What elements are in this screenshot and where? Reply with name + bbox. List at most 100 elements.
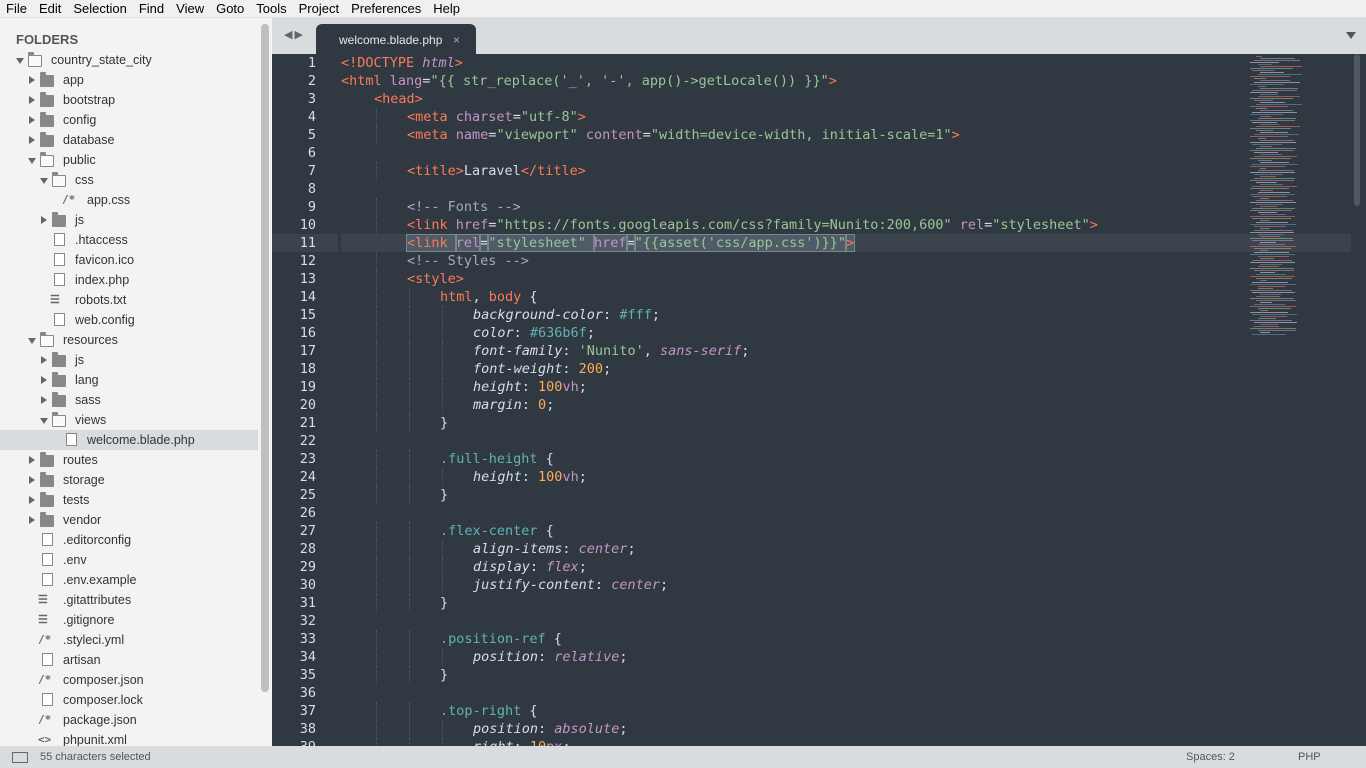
tree-file[interactable]: ☰ .gitattributes (0, 590, 258, 610)
code-line[interactable]: .position-ref { (341, 630, 562, 648)
tree-folder[interactable]: routes (0, 450, 258, 470)
syntax-status[interactable]: PHP (1298, 751, 1321, 763)
code-line[interactable]: position: absolute; (341, 720, 627, 738)
code-line[interactable]: .top-right { (341, 702, 538, 720)
chevron-right-icon[interactable] (29, 516, 35, 524)
tree-folder[interactable]: resources (0, 330, 258, 350)
menu-item-view[interactable]: View (170, 0, 210, 18)
tree-folder[interactable]: js (0, 350, 258, 370)
chevron-right-icon[interactable] (29, 456, 35, 464)
chevron-right-icon[interactable] (41, 216, 47, 224)
indentation-status[interactable]: Spaces: 2 (1186, 751, 1235, 763)
tree-file[interactable]: /* composer.json (0, 670, 258, 690)
menu-item-find[interactable]: Find (133, 0, 170, 18)
code-line[interactable]: <!-- Fonts --> (341, 198, 521, 216)
code-line[interactable]: align-items: center; (341, 540, 636, 558)
code-line[interactable]: height: 100vh; (341, 468, 587, 486)
tree-file[interactable]: .editorconfig (0, 530, 258, 550)
tree-file[interactable]: <> phpunit.xml (0, 730, 258, 746)
tree-file[interactable]: web.config (0, 310, 258, 330)
tab-list-dropdown-icon[interactable] (1346, 32, 1356, 39)
menu-item-selection[interactable]: Selection (67, 0, 132, 18)
code-line[interactable]: <!DOCTYPE html> (341, 54, 463, 72)
tree-file[interactable]: composer.lock (0, 690, 258, 710)
code-line[interactable]: justify-content: center; (341, 576, 668, 594)
menu-item-preferences[interactable]: Preferences (345, 0, 427, 18)
code-line[interactable]: } (341, 666, 448, 684)
sidebar-scrollbar[interactable] (261, 24, 269, 692)
chevron-right-icon[interactable] (29, 476, 35, 484)
code-editor[interactable]: 1 <!DOCTYPE html> 2 <html lang="{{ str_repl… (272, 54, 1366, 746)
tree-folder[interactable]: sass (0, 390, 258, 410)
code-line[interactable]: display: flex; (341, 558, 587, 576)
tree-file[interactable]: /* package.json (0, 710, 258, 730)
chevron-down-icon[interactable] (40, 417, 48, 424)
tree-folder[interactable]: config (0, 110, 258, 130)
code-line[interactable]: right: 10px; (341, 738, 571, 746)
code-line[interactable]: <head> (341, 90, 423, 108)
code-line[interactable]: .full-height { (341, 450, 554, 468)
minimap[interactable] (1242, 54, 1354, 344)
tree-folder[interactable]: storage (0, 470, 258, 490)
menu-item-help[interactable]: Help (427, 0, 466, 18)
tree-file[interactable]: ☰ robots.txt (0, 290, 258, 310)
code-line[interactable]: <link href="https://fonts.googleapis.com… (341, 216, 1098, 234)
code-line[interactable]: } (341, 594, 448, 612)
code-line[interactable]: font-family: 'Nunito', sans-serif; (341, 342, 749, 360)
tree-file[interactable]: .htaccess (0, 230, 258, 250)
editor-scrollbar[interactable] (1354, 54, 1360, 206)
menu-item-file[interactable]: File (0, 0, 33, 18)
code-line[interactable]: <title>Laravel</title> (341, 162, 586, 180)
tree-file[interactable]: .env (0, 550, 258, 570)
tree-folder[interactable]: css (0, 170, 258, 190)
tree-file[interactable]: artisan (0, 650, 258, 670)
tree-folder[interactable]: bootstrap (0, 90, 258, 110)
tree-file[interactable]: /* .styleci.yml (0, 630, 258, 650)
tree-file[interactable]: /* app.css (0, 190, 258, 210)
close-icon[interactable]: × (453, 33, 460, 47)
tree-file[interactable]: ☰ .gitignore (0, 610, 258, 630)
chevron-down-icon[interactable] (16, 57, 24, 64)
code-line[interactable]: } (341, 486, 448, 504)
tree-folder[interactable]: tests (0, 490, 258, 510)
menu-item-goto[interactable]: Goto (210, 0, 250, 18)
tree-folder[interactable]: app (0, 70, 258, 90)
chevron-right-icon[interactable] (29, 136, 35, 144)
code-line[interactable]: <link rel="stylesheet" href="{{asset('cs… (341, 234, 1351, 252)
chevron-right-icon[interactable] (29, 496, 35, 504)
code-line[interactable]: <meta name="viewport" content="width=dev… (341, 126, 960, 144)
tree-folder[interactable]: database (0, 130, 258, 150)
chevron-right-icon[interactable] (29, 96, 35, 104)
chevron-right-icon[interactable] (29, 116, 35, 124)
code-line[interactable]: position: relative; (341, 648, 627, 666)
code-line[interactable]: color: #636b6f; (341, 324, 595, 342)
chevron-right-icon[interactable] (41, 396, 47, 404)
code-line[interactable]: <meta charset="utf-8"> (341, 108, 586, 126)
code-line[interactable]: } (341, 414, 448, 432)
menu-item-project[interactable]: Project (293, 0, 345, 18)
chevron-right-icon[interactable] (41, 376, 47, 384)
code-line[interactable]: html, body { (341, 288, 538, 306)
tree-file[interactable]: welcome.blade.php (0, 430, 258, 450)
tree-file[interactable]: favicon.ico (0, 250, 258, 270)
chevron-down-icon[interactable] (40, 177, 48, 184)
code-line[interactable]: <style> (341, 270, 464, 288)
chevron-right-icon[interactable] (29, 76, 35, 84)
tree-folder[interactable]: vendor (0, 510, 258, 530)
code-line[interactable]: <!-- Styles --> (341, 252, 529, 270)
code-line[interactable]: font-weight: 200; (341, 360, 611, 378)
panel-toggle-icon[interactable] (12, 752, 28, 763)
tree-folder[interactable]: js (0, 210, 258, 230)
tree-file[interactable]: index.php (0, 270, 258, 290)
tree-folder[interactable]: views (0, 410, 258, 430)
tree-folder[interactable]: lang (0, 370, 258, 390)
menu-item-edit[interactable]: Edit (33, 0, 67, 18)
code-line[interactable]: .flex-center { (341, 522, 554, 540)
code-line[interactable]: background-color: #fff; (341, 306, 660, 324)
tab-welcome-blade[interactable]: welcome.blade.php × (316, 24, 476, 54)
tree-file[interactable]: .env.example (0, 570, 258, 590)
code-line[interactable]: height: 100vh; (341, 378, 587, 396)
code-line[interactable]: <html lang="{{ str_replace('_', '-', app… (341, 72, 837, 90)
chevron-down-icon[interactable] (28, 157, 36, 164)
chevron-down-icon[interactable] (28, 337, 36, 344)
